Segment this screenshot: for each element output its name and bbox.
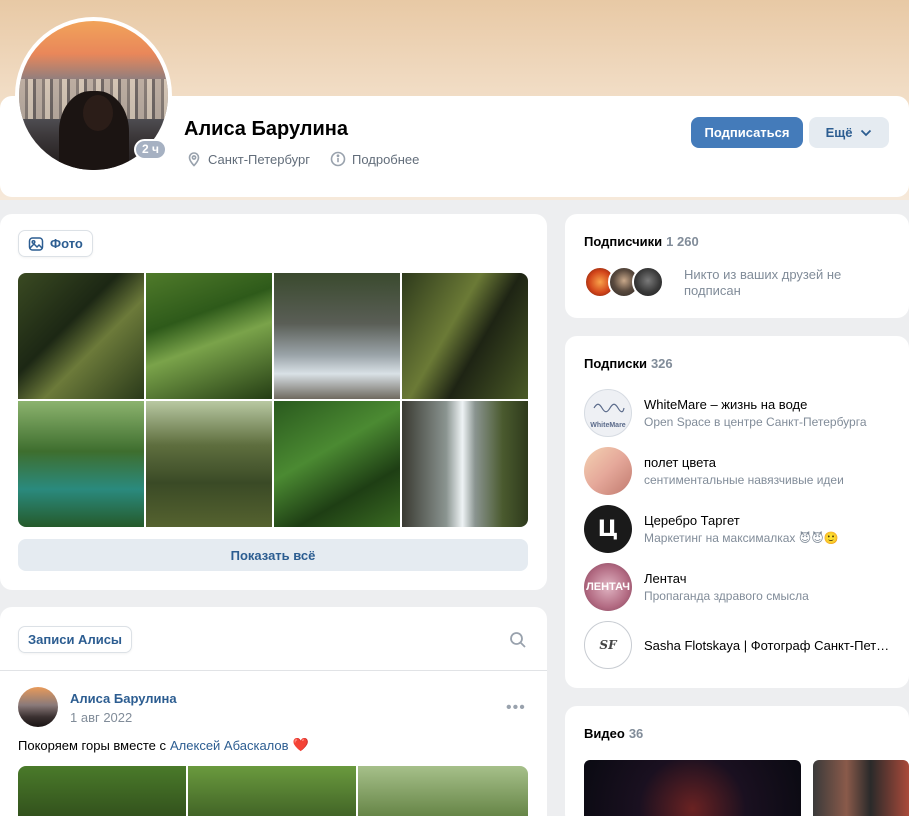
subscribers-count: 1 260	[666, 234, 699, 249]
post-image[interactable]	[18, 766, 186, 816]
avatar: WhiteMare	[584, 389, 632, 437]
follow-desc: Open Space в центре Санкт-Петербурга	[644, 415, 867, 429]
post-menu-icon[interactable]: •••	[506, 699, 526, 716]
follow-name: Церебро Таргет	[644, 513, 740, 528]
subscriber-avatars	[584, 266, 664, 298]
follows-count: 326	[650, 356, 673, 371]
subscribe-button[interactable]: Подписаться	[691, 117, 803, 148]
avatar: ЛЕНТАЧ	[584, 563, 632, 611]
videos-title[interactable]: Видео 36	[584, 726, 643, 741]
follow-item-sasha-flotskaya[interactable]: SF Sasha Flotskaya | Фотограф Санкт-Пете…	[584, 621, 894, 669]
post-author-avatar[interactable]	[18, 687, 58, 727]
follow-logo: SF	[599, 637, 617, 652]
follow-item-lentach[interactable]: ЛЕНТАЧ Лентач Пропаганда здравого смысла	[584, 563, 894, 611]
photo-thumbnail[interactable]	[274, 401, 400, 527]
tab-photos-label: Фото	[50, 236, 83, 251]
post-images	[18, 766, 528, 816]
photo-thumbnail[interactable]	[146, 273, 272, 399]
photo-thumbnail[interactable]	[146, 401, 272, 527]
info-icon	[330, 151, 346, 167]
follows-title-label: Подписки	[584, 356, 647, 371]
image-icon	[28, 236, 44, 251]
avatar: SF	[584, 621, 632, 669]
follow-desc: Пропаганда здравого смысла	[644, 589, 809, 603]
post-mention-link[interactable]: Алексей Абаскалов	[170, 738, 289, 753]
follow-name: WhiteMare – жизнь на воде	[644, 397, 808, 412]
video-thumbnail[interactable]	[584, 760, 801, 816]
video-thumbnails	[584, 760, 909, 816]
location-pin-icon	[188, 152, 200, 167]
photo-thumbnail[interactable]	[402, 401, 528, 527]
profile-city[interactable]: Санкт-Петербург	[208, 152, 310, 167]
follow-logo: Ц	[597, 516, 619, 542]
videos-card: Видео 36	[565, 706, 909, 816]
post-text: Покоряем горы вместе с Алексей Абаскалов…	[18, 737, 309, 753]
follow-item-whitemare[interactable]: WhiteMare WhiteMare – жизнь на воде Open…	[584, 389, 894, 437]
online-status-badge: 2 ч	[134, 139, 167, 160]
follow-name: Sasha Flotskaya | Фотограф Санкт-Петербу…	[644, 637, 894, 653]
follow-logo: WhiteMare	[590, 421, 626, 429]
tab-photos[interactable]: Фото	[18, 230, 93, 257]
photo-thumbnail[interactable]	[18, 273, 144, 399]
show-all-photos-button[interactable]: Показать всё	[18, 539, 528, 571]
heart-emoji: ❤️	[292, 737, 309, 752]
follows-card: Подписки 326 WhiteMare WhiteMare – жизнь …	[565, 336, 909, 688]
follow-desc: сентиментальные навязчивые идеи	[644, 473, 844, 487]
more-button-label: Ещё	[825, 125, 853, 140]
subscribers-title[interactable]: Подписчики 1 260	[584, 234, 699, 249]
follow-item-cerebro-target[interactable]: Ц Церебро Таргет Маркетинг на максималка…	[584, 505, 894, 553]
avatar	[584, 447, 632, 495]
search-icon[interactable]	[509, 631, 527, 649]
post-image[interactable]	[188, 766, 356, 816]
photo-thumbnail[interactable]	[18, 401, 144, 527]
subscribers-title-label: Подписчики	[584, 234, 663, 249]
photo-thumbnail[interactable]	[274, 273, 400, 399]
tab-posts[interactable]: Записи Алисы	[18, 626, 133, 653]
more-button[interactable]: Ещё	[809, 117, 889, 148]
follow-name: Лентач	[644, 571, 687, 586]
profile-name: Алиса Барулина	[184, 118, 349, 140]
photo-thumbnail[interactable]	[402, 273, 528, 399]
avatar: Ц	[584, 505, 632, 553]
follow-desc: Маркетинг на максималках 😈😈🙂	[644, 531, 839, 545]
posts-card: Записи Алисы Алиса Барулина 1 авг 2022 •…	[0, 607, 547, 816]
follow-item-polet-cveta[interactable]: полет цвета сентиментальные навязчивые и…	[584, 447, 894, 495]
videos-title-label: Видео	[584, 726, 625, 741]
post-image[interactable]	[358, 766, 528, 816]
photo-grid	[18, 273, 528, 527]
photos-card: Фото Показать всё	[0, 214, 547, 590]
follow-logo: ЛЕНТАЧ	[586, 580, 630, 593]
video-thumbnail[interactable]	[813, 760, 909, 816]
profile-meta: Санкт-Петербург Подробнее	[186, 151, 419, 167]
subscribers-card[interactable]: Подписчики 1 260 Никто из ваших друзей не…	[565, 214, 909, 318]
chevron-down-icon	[861, 129, 872, 136]
post-date[interactable]: 1 авг 2022	[70, 710, 132, 725]
videos-count: 36	[628, 726, 644, 741]
subscribers-note: Никто из ваших друзей не подписан	[684, 267, 842, 298]
follow-name: полет цвета	[644, 455, 716, 470]
post-text-body: Покоряем горы вместе с	[18, 737, 166, 753]
tab-posts-label: Записи Алисы	[28, 632, 123, 647]
post-author-name[interactable]: Алиса Барулина	[70, 691, 177, 706]
profile-details-link[interactable]: Подробнее	[352, 152, 419, 167]
follows-title[interactable]: Подписки 326	[584, 356, 673, 371]
avatar[interactable]	[632, 266, 664, 298]
divider	[0, 670, 547, 671]
